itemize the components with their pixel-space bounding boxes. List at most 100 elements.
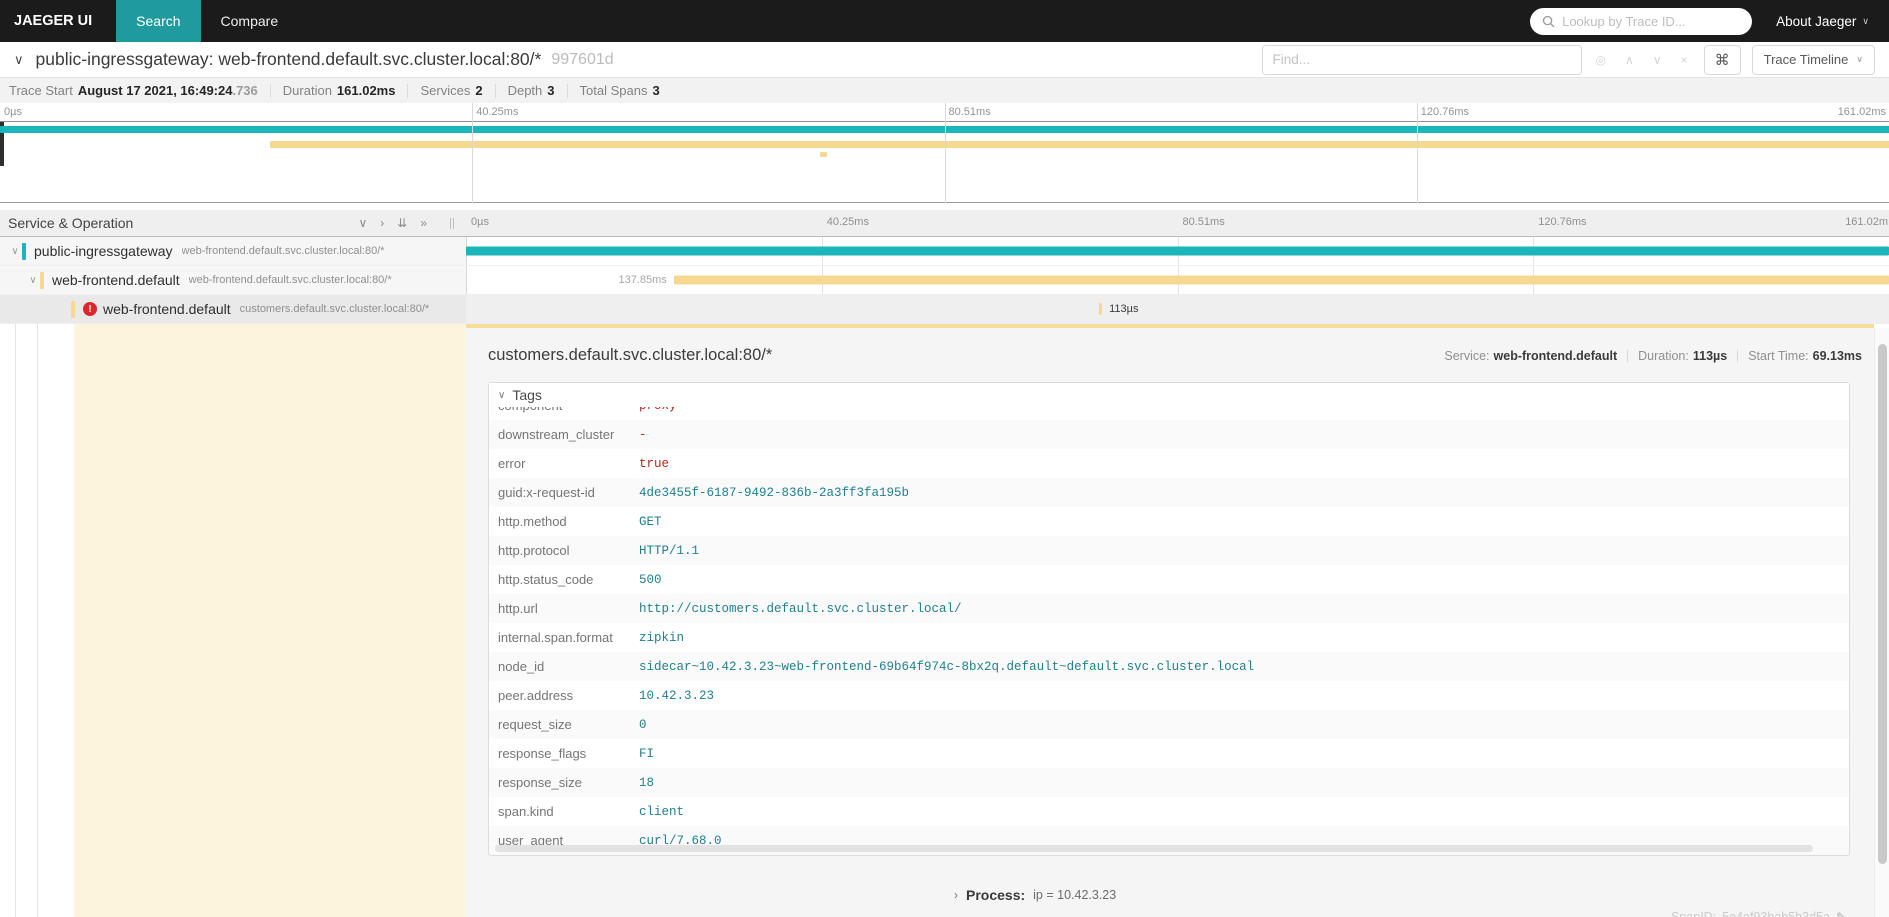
detail-scrollbar[interactable] (1874, 328, 1889, 917)
trace-title: public-ingressgateway: web-frontend.defa… (36, 49, 542, 70)
tag-row-http.url: http.urlhttp://customers.default.svc.clu… (489, 594, 1849, 623)
span-bar-canvas[interactable]: 137.85ms (466, 266, 1889, 294)
tab-search[interactable]: Search (116, 0, 200, 42)
tag-row-guid:x-request-id: guid:x-request-id4de3455f-6187-9492-836b… (489, 478, 1849, 507)
span-duration-label: 113µs (1109, 303, 1138, 315)
trace-minimap[interactable]: 0µs40.25ms80.51ms120.76ms161.02ms (0, 103, 1889, 203)
minimap-tick-label: 80.51ms (949, 106, 991, 118)
tags-horizontal-scrollbar[interactable] (495, 845, 1813, 852)
tag-key: internal.span.format (489, 630, 639, 645)
minimap-gridline (472, 103, 473, 203)
tag-value: proxy (639, 407, 677, 413)
tag-value: - (639, 428, 647, 442)
tag-row-peer.address: peer.address10.42.3.23 (489, 681, 1849, 710)
span-bar-canvas[interactable] (466, 237, 1889, 265)
next-match-icon[interactable]: ∨ (1653, 53, 1662, 67)
tag-row-response_flags: response_flagsFI (489, 739, 1849, 768)
span-bar-canvas[interactable]: 113µs (466, 295, 1889, 323)
span-name-cell[interactable]: ! web-frontend.default customers.default… (0, 295, 466, 323)
tags-table-body: componentproxydownstream_cluster-errortr… (489, 407, 1849, 855)
process-value: ip = 10.42.3.23 (1033, 888, 1116, 902)
tag-key: response_flags (489, 746, 639, 761)
trace-header-controls: ◎ ∧ ∨ × ⌘ Trace Timeline ∨ (1262, 45, 1875, 75)
span-duration-bar[interactable] (674, 276, 1889, 285)
top-nav-right: About Jaeger ∨ (1530, 0, 1889, 42)
keyboard-shortcuts-button[interactable]: ⌘ (1704, 45, 1741, 75)
tag-key: component (489, 407, 639, 413)
tree-controls: ∨ › ⇊ » (358, 216, 458, 230)
collapse-trace-chevron-icon[interactable]: ∨ (14, 52, 24, 68)
clear-find-icon[interactable]: × (1681, 53, 1688, 67)
chevron-down-icon[interactable]: ∨ (8, 246, 22, 257)
collapse-all-icon[interactable]: » (420, 216, 427, 230)
chevron-down-icon[interactable]: ∨ (26, 275, 40, 286)
collapse-one-icon[interactable]: ∨ (358, 216, 367, 230)
tag-row-http.status_code: http.status_code500 (489, 565, 1849, 594)
process-accordion-header[interactable]: › Process: ip = 10.42.3.23 (954, 887, 1116, 903)
tag-key: node_id (489, 659, 639, 674)
divider (495, 84, 496, 98)
span-row-web-frontend-customers[interactable]: ! web-frontend.default customers.default… (0, 295, 1889, 324)
total-spans-label: Total Spans (580, 83, 648, 98)
span-name-cell[interactable]: ∨ public-ingressgateway web-frontend.def… (0, 237, 466, 265)
prev-match-icon[interactable]: ∧ (1625, 53, 1634, 67)
tab-compare[interactable]: Compare (201, 0, 299, 42)
indent-guide (37, 324, 38, 917)
process-label: Process: (966, 887, 1025, 903)
find-box[interactable] (1262, 45, 1582, 75)
minimap-gridline (945, 103, 946, 203)
tag-row-span.kind: span.kindclient (489, 797, 1849, 826)
trace-id-lookup[interactable] (1530, 8, 1752, 35)
column-resizer-handle[interactable] (450, 218, 454, 229)
error-icon: ! (83, 302, 97, 316)
minimap-span-bar (820, 152, 827, 157)
command-icon: ⌘ (1715, 51, 1730, 69)
trace-view-select[interactable]: Trace Timeline ∨ (1752, 45, 1875, 75)
trace-view-label: Trace Timeline (1764, 52, 1849, 67)
tag-key: http.url (489, 601, 639, 616)
total-spans-value: 3 (652, 83, 659, 98)
expand-all-icon[interactable]: ⇊ (397, 216, 407, 230)
expand-one-icon[interactable]: › (380, 216, 384, 230)
services-value: 2 (475, 83, 482, 98)
tag-row-request_size: request_size0 (489, 710, 1849, 739)
scrollbar-thumb[interactable] (1878, 344, 1887, 864)
span-name-cell[interactable]: ∨ web-frontend.default web-frontend.defa… (0, 266, 466, 294)
app-logo[interactable]: JAEGER UI (0, 0, 116, 42)
jaeger-trace-page: JAEGER UI Search Compare About Jaeger ∨ … (0, 0, 1889, 917)
find-input[interactable] (1273, 52, 1571, 67)
timeline-tick-header: 0µs40.25ms80.51ms120.76ms161.02m (466, 210, 1889, 236)
minimap-tick-label: 120.76ms (1421, 106, 1469, 118)
span-detail-title: customers.default.svc.cluster.local:80/* (488, 346, 772, 365)
top-nav: JAEGER UI Search Compare About Jaeger ∨ (0, 0, 1889, 42)
selected-span-accent-strip (466, 324, 1874, 328)
trace-header: ∨ public-ingressgateway: web-frontend.de… (0, 42, 1889, 78)
divider (407, 84, 408, 98)
divider (567, 84, 568, 98)
timeline-tick-label: 161.02m (1845, 216, 1888, 228)
tags-accordion-header[interactable]: ∨ Tags (489, 383, 1849, 407)
span-table-header: Service & Operation ∨ › ⇊ » 0µs40.25ms80… (0, 210, 1889, 237)
minimap-tick-label: 40.25ms (476, 106, 518, 118)
span-row-public-ingressgateway[interactable]: ∨ public-ingressgateway web-frontend.def… (0, 237, 1889, 266)
trace-id-lookup-input[interactable] (1562, 14, 1740, 29)
span-detail-panel: customers.default.svc.cluster.local:80/*… (466, 328, 1874, 917)
indent-guide (15, 324, 16, 917)
span-duration-bar[interactable] (1099, 303, 1102, 315)
start-time-label: Start Time: (1748, 349, 1808, 363)
tag-row-response_size: response_size18 (489, 768, 1849, 797)
copy-span-id-icon[interactable]: ✎ (1836, 910, 1846, 917)
tag-value: http://customers.default.svc.cluster.loc… (639, 602, 962, 616)
span-row-web-frontend[interactable]: ∨ web-frontend.default web-frontend.defa… (0, 266, 1889, 295)
service-operation-label: Service & Operation (8, 215, 133, 231)
span-duration-bar[interactable] (466, 247, 1889, 256)
trace-start-value: August 17 2021, 16:49:24 (78, 83, 233, 98)
focus-match-icon[interactable]: ◎ (1596, 53, 1606, 67)
duration-label: Duration: (1638, 349, 1689, 363)
timeline-tick-label: 120.76ms (1538, 216, 1586, 228)
tag-value: 18 (639, 776, 654, 790)
divider (270, 84, 271, 98)
operation-name: web-frontend.default.svc.cluster.local:8… (182, 245, 385, 257)
about-jaeger-menu[interactable]: About Jaeger ∨ (1776, 14, 1869, 29)
minimap-gridline (1417, 103, 1418, 203)
